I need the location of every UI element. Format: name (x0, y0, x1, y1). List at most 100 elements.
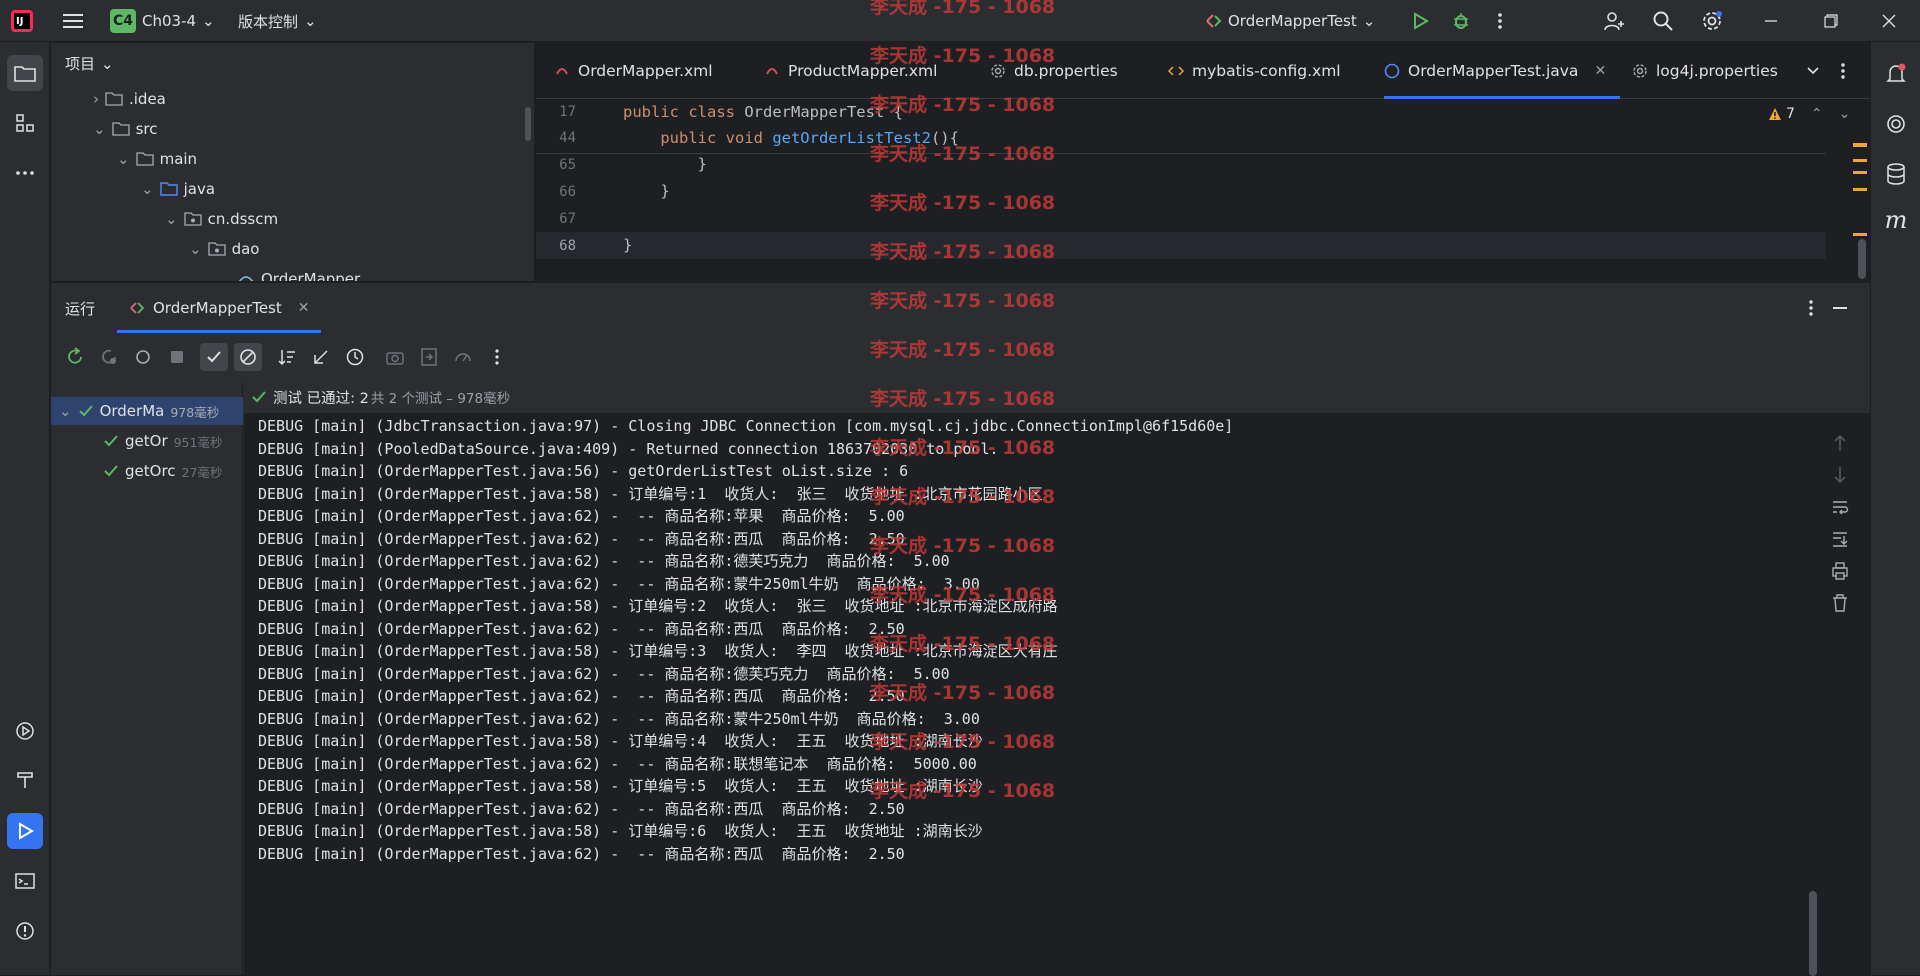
tab-list-dropdown[interactable] (1806, 43, 1820, 99)
chevron-down-icon: ⌄ (165, 210, 178, 228)
project-tool-button[interactable] (7, 55, 43, 91)
inspection-widget[interactable]: 7 ⌃ ⌄ (1768, 106, 1850, 122)
add-user-icon[interactable] (1603, 0, 1625, 42)
services-tool-button[interactable] (7, 713, 43, 749)
editor-tab-bar: OrderMapper.xml ProductMapper.xml db.pro… (536, 43, 1870, 99)
settings-gear-icon[interactable] (1701, 0, 1723, 42)
warning-marker[interactable] (1853, 159, 1867, 162)
editor-scrollbar[interactable] (1858, 239, 1866, 279)
coverage-icon[interactable] (449, 343, 477, 371)
source-folder-icon (159, 182, 178, 196)
tree-item-java[interactable]: ⌄ java (141, 175, 215, 203)
tree-item-main[interactable]: ⌄ main (117, 145, 197, 173)
soft-wrap-icon[interactable] (1831, 497, 1849, 517)
tree-item-ordermapper[interactable]: OrderMapper (237, 265, 360, 281)
close-tab-icon[interactable]: ✕ (298, 300, 310, 316)
tab-label: log4j.properties (1656, 62, 1778, 80)
scroll-to-end-icon[interactable] (1831, 529, 1849, 549)
more-tools-icon[interactable] (7, 155, 43, 191)
tree-item-idea[interactable]: › .idea (93, 85, 166, 113)
warning-marker[interactable] (1853, 188, 1867, 191)
svg-text:IJ: IJ (16, 16, 23, 27)
code-line[interactable]: } (623, 155, 707, 173)
console-scrollbar[interactable] (1809, 891, 1817, 976)
tab-productmapper-xml[interactable]: ProductMapper.xml (764, 43, 937, 99)
line-number: 44 (559, 130, 576, 146)
test-config-icon (130, 302, 145, 314)
app-logo-icon[interactable]: IJ (10, 0, 34, 42)
editor-more-icon[interactable] (1840, 43, 1846, 99)
show-passed-toggle[interactable] (200, 343, 228, 371)
collapse-all-icon[interactable] (307, 343, 335, 371)
close-tab-icon[interactable]: ✕ (1594, 63, 1606, 79)
main-menu-icon[interactable] (62, 0, 84, 42)
chevron-up-icon[interactable]: ⌃ (1811, 106, 1823, 122)
code-line[interactable]: } (623, 182, 669, 200)
console-output[interactable]: DEBUG [main] (JdbcTransaction.java:97) -… (244, 413, 1870, 976)
minimize-window-button[interactable] (1764, 0, 1778, 42)
tab-mybatis-config-xml[interactable]: mybatis-config.xml (1168, 43, 1341, 99)
problems-tool-button[interactable] (7, 913, 43, 949)
run-tab-ordermappertest[interactable]: OrderMapperTest ✕ (117, 283, 322, 333)
run-panel-more-icon[interactable] (1808, 299, 1814, 317)
show-ignored-toggle[interactable] (234, 343, 262, 371)
terminal-tool-button[interactable] (7, 863, 43, 899)
console-line: DEBUG [main] (JdbcTransaction.java:97) -… (258, 417, 1234, 435)
more-actions-icon[interactable] (1497, 0, 1503, 42)
toggle-auto-test-icon[interactable] (129, 343, 157, 371)
ai-assistant-icon[interactable] (1878, 106, 1914, 142)
passed-check-icon (104, 435, 118, 447)
maven-icon[interactable]: m (1878, 202, 1914, 238)
run-tool-button[interactable] (7, 813, 43, 849)
history-clock-icon[interactable] (341, 343, 369, 371)
chevron-down-icon: ⌄ (202, 12, 215, 30)
tab-ordermappertest-java[interactable]: OrderMapperTest.java ✕ (1384, 43, 1621, 99)
tab-db-properties[interactable]: db.properties (990, 43, 1118, 99)
toolbar-more-icon[interactable] (483, 343, 511, 371)
sticky-lines[interactable]: 17 public class OrderMapperTest { 44 pub… (536, 100, 1826, 154)
restore-window-button[interactable] (1824, 0, 1838, 42)
structure-tool-button[interactable] (7, 105, 43, 141)
search-icon[interactable] (1652, 0, 1674, 42)
project-switcher[interactable]: C4 Ch03-4 ⌄ (110, 0, 215, 42)
test-node-root[interactable]: ⌄ OrderMa 978毫秒 (51, 397, 243, 425)
stop-icon[interactable] (163, 343, 191, 371)
close-window-button[interactable] (1882, 0, 1896, 42)
vcs-menu[interactable]: 版本控制 ⌄ (238, 0, 317, 42)
chevron-down-icon[interactable]: ⌄ (1839, 106, 1851, 122)
project-panel-title: 项目 (65, 55, 96, 73)
import-tests-icon[interactable] (415, 343, 443, 371)
tree-item-cn-dsscm[interactable]: ⌄ cn.dsscm (165, 205, 278, 233)
project-panel-header[interactable]: 项目 ⌄ (65, 53, 114, 74)
trash-icon[interactable] (1831, 593, 1849, 613)
database-icon[interactable] (1878, 156, 1914, 192)
rerun-failed-icon[interactable] (95, 343, 123, 371)
notifications-bell-icon[interactable] (1878, 56, 1914, 92)
arrow-down-icon[interactable] (1832, 465, 1848, 485)
arrow-up-icon[interactable] (1832, 433, 1848, 453)
test-node-getorderlisttest[interactable]: getOr 951毫秒 (51, 427, 243, 455)
rerun-icon[interactable] (61, 343, 89, 371)
print-icon[interactable] (1831, 561, 1849, 581)
tree-item-label: .idea (129, 90, 166, 108)
tab-label: mybatis-config.xml (1192, 62, 1341, 80)
warning-marker[interactable] (1853, 233, 1867, 236)
run-button[interactable] (1410, 0, 1430, 42)
tree-item-src[interactable]: ⌄ src (93, 115, 157, 143)
sort-icon[interactable] (273, 343, 301, 371)
test-results-tree: ⌄ OrderMa 978毫秒 getOr 951毫秒 getOrc 27毫秒 (51, 383, 243, 976)
tree-item-dao[interactable]: ⌄ dao (189, 235, 259, 263)
folder-icon (111, 122, 130, 136)
camera-icon[interactable] (381, 343, 409, 371)
warning-marker[interactable] (1853, 171, 1867, 174)
build-tool-button[interactable] (7, 762, 43, 798)
code-line[interactable]: } (623, 236, 632, 254)
hide-panel-button[interactable] (1833, 307, 1847, 309)
tab-log4j-properties[interactable]: log4j.properties (1632, 43, 1778, 99)
tab-ordermapper-xml[interactable]: OrderMapper.xml (554, 43, 713, 99)
run-config-selector[interactable]: OrderMapperTest ⌄ (1204, 0, 1375, 42)
project-scrollbar[interactable] (525, 107, 531, 141)
test-node-getorderlisttest2[interactable]: getOrc 27毫秒 (51, 457, 243, 485)
warning-marker[interactable] (1853, 143, 1867, 147)
debug-button[interactable] (1451, 0, 1471, 42)
